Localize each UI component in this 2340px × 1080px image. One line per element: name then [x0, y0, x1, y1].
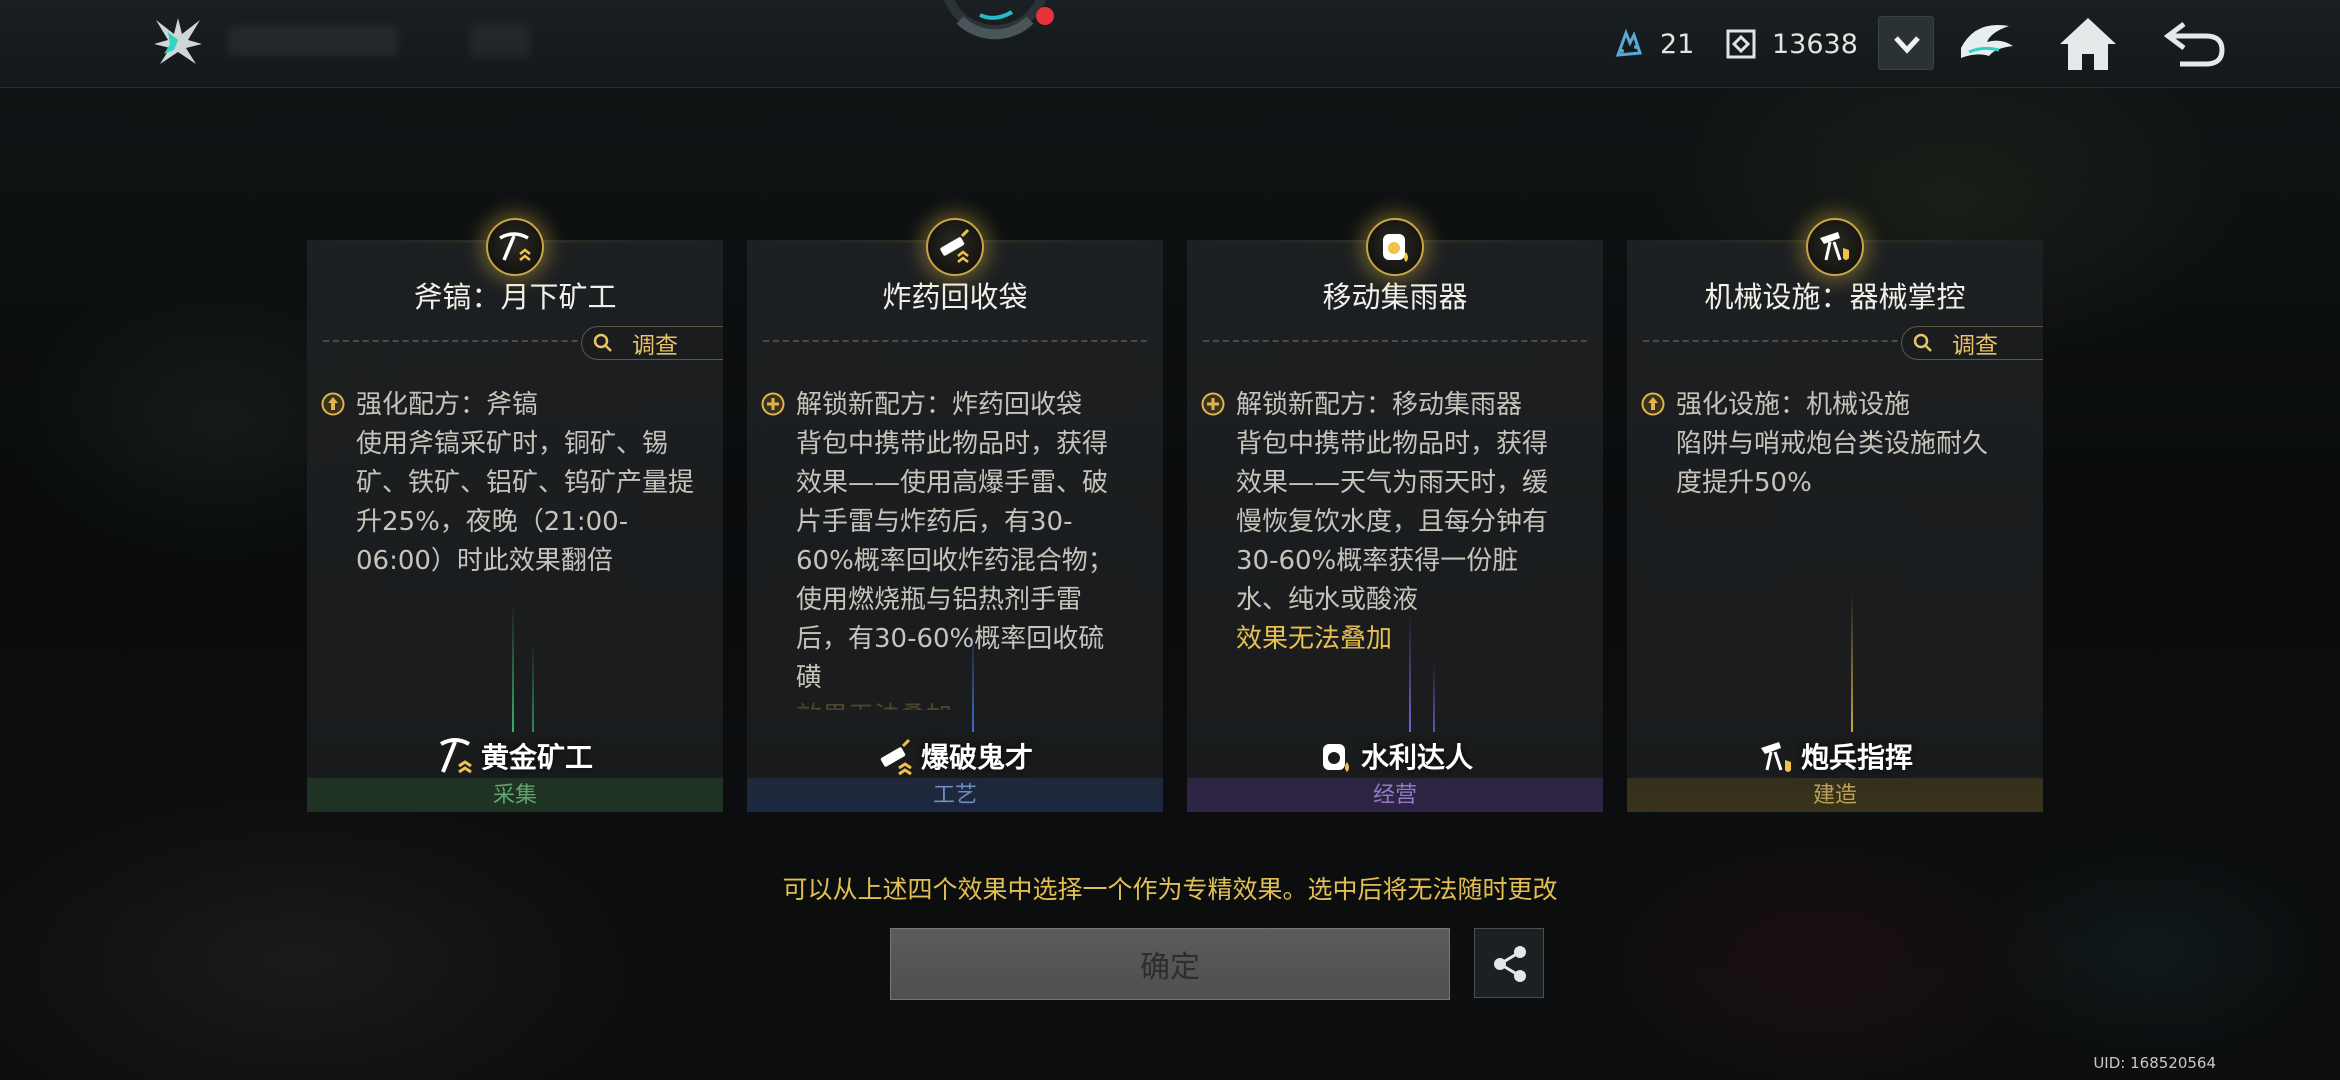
effect-line: 水、纯水或酸液 — [1236, 585, 1419, 615]
confirm-button[interactable]: 确定 — [890, 928, 1450, 1000]
effect-line: 矿、铁矿、铝矿、钨矿产量提 — [356, 468, 695, 498]
effect-line: 陷阱与哨戒炮台类设施耐久 — [1676, 429, 1989, 459]
effect-line: 使用斧镐采矿时，铜矿、锡 — [356, 429, 669, 459]
dashed-divider — [763, 340, 1147, 342]
blurred-badge — [470, 24, 530, 58]
effect-description: 强化设施：机械设施 陷阱与哨戒炮台类设施耐久 度提升50% — [1676, 386, 2028, 503]
effect-card-rain-collector[interactable]: 移动集雨器 解锁新配方：移动集雨器 背包中携带此物品时，获得 效果——天气为雨天… — [1187, 240, 1603, 812]
specialist-tag: 炮兵指挥 — [1627, 736, 2043, 776]
coin-resource: 13638 — [1724, 22, 1858, 66]
effect-description: 强化配方：斧镐 使用斧镐采矿时，铜矿、锡 矿、铁矿、铝矿、钨矿产量提 升25%，… — [356, 386, 708, 581]
effect-card-dynamite[interactable]: 炸药回收袋 解锁新配方：炸药回收袋 背包中携带此物品时，获得 效果——使用高爆手… — [747, 240, 1163, 812]
coin-icon — [1726, 29, 1756, 59]
specialist-name: 炮兵指挥 — [1800, 741, 1913, 774]
plus-circle-icon — [1201, 392, 1225, 416]
card-title: 斧镐：月下矿工 — [413, 280, 617, 314]
timer-gauge-icon — [943, 0, 1054, 40]
light-beam — [1409, 612, 1411, 732]
dynamite-icon — [880, 738, 912, 776]
top-bar: 21 13638 — [0, 0, 2340, 88]
pickaxe-icon — [499, 232, 531, 261]
medallion — [486, 218, 544, 276]
specialist-tag: 爆破鬼才 — [747, 736, 1163, 776]
effect-scroll-area[interactable]: 解锁新配方：炸药回收袋 背包中携带此物品时，获得 效果——使用高爆手雷、破 片手… — [747, 380, 1163, 710]
effect-line: 解锁新配方：移动集雨器 — [1236, 390, 1523, 420]
specialist-name: 爆破鬼才 — [920, 741, 1033, 774]
coin-count: 13638 — [1772, 28, 1858, 60]
effect-line: 片手雷与炸药后，有30- — [796, 507, 1073, 537]
category-label: 建造 — [1627, 778, 2043, 812]
effect-line: 解锁新配方：炸药回收袋 — [796, 390, 1083, 420]
dropdown-button[interactable] — [1878, 16, 1934, 70]
effect-line: 06:00）时此效果翻倍 — [356, 546, 613, 576]
lightning-star-logo-icon[interactable] — [150, 14, 206, 70]
user-id: UID: 168520564 — [2093, 1054, 2216, 1072]
specialist-tag: 水利达人 — [1187, 736, 1603, 776]
card-title: 机械设施：器械掌控 — [1704, 280, 1966, 314]
light-beam — [1851, 592, 1853, 732]
upgrade-arrow-icon — [321, 392, 345, 416]
share-icon — [1494, 946, 1526, 982]
medallion — [926, 218, 984, 276]
investigate-button[interactable]: 调查 — [581, 326, 723, 360]
search-icon — [593, 333, 612, 352]
category-label: 经营 — [1187, 778, 1603, 812]
chevron-down-icon — [1894, 36, 1920, 54]
effect-description: 解锁新配方：移动集雨器 背包中携带此物品时，获得 效果——天气为雨天时，缓 慢恢… — [1236, 386, 1588, 659]
home-icon[interactable] — [2056, 12, 2120, 74]
blurred-title — [228, 26, 398, 56]
specialist-name: 水利达人 — [1360, 741, 1473, 774]
medallion — [1806, 218, 1864, 276]
effect-line: 慢恢复饮水度，且每分钟有 — [1236, 507, 1549, 537]
effect-line: 30-60%概率获得一份脏 — [1236, 546, 1519, 576]
effect-line: 背包中携带此物品时，获得 — [1236, 429, 1549, 459]
ore-count: 21 — [1660, 28, 1695, 60]
effect-line: 效果——使用高爆手雷、破 — [796, 468, 1109, 498]
effect-line: 背包中携带此物品时，获得 — [796, 429, 1109, 459]
share-button[interactable] — [1474, 928, 1544, 998]
dynamite-icon — [940, 228, 970, 263]
effect-line: 强化配方：斧镐 — [356, 390, 539, 420]
light-beam — [1433, 662, 1435, 732]
card-title: 炸药回收袋 — [882, 280, 1028, 314]
effect-card-mining[interactable]: 斧镐：月下矿工 调查 强化配方：斧镐 使用斧镐采矿时，铜矿、锡 矿、铁矿、铝矿、… — [307, 240, 723, 812]
back-arrow-icon[interactable] — [2162, 12, 2226, 74]
dashed-divider — [1203, 340, 1587, 342]
effect-line: 60%概率回收炸药混合物； — [796, 546, 1114, 576]
effect-line: 升25%，夜晚（21:00- — [356, 507, 629, 537]
effect-line: 度提升50% — [1676, 468, 1812, 498]
turret-icon — [1820, 232, 1849, 261]
light-beam — [512, 602, 514, 732]
effect-line: 使用燃烧瓶与铝热剂手雷 — [796, 585, 1083, 615]
investigate-label: 调查 — [632, 333, 678, 359]
turret-icon — [1760, 742, 1791, 772]
medallion — [1366, 218, 1424, 276]
effect-line: 强化设施：机械设施 — [1676, 390, 1911, 420]
card-title: 移动集雨器 — [1322, 280, 1468, 314]
rain-collector-icon — [1322, 744, 1349, 772]
light-beam — [532, 642, 534, 732]
investigate-label: 调查 — [1952, 333, 1998, 359]
upgrade-arrow-icon — [1641, 392, 1665, 416]
effect-warning: 效果无法叠加 — [1236, 624, 1393, 654]
category-label: 工艺 — [747, 778, 1163, 812]
clan-emblem-icon[interactable] — [1955, 12, 2019, 74]
investigate-button[interactable]: 调查 — [1901, 326, 2043, 360]
ore-resource: 21 — [1612, 22, 1694, 66]
specialist-name: 黄金矿工 — [480, 741, 593, 774]
category-label: 采集 — [307, 778, 723, 812]
light-beam — [972, 622, 974, 732]
pickaxe-icon — [439, 738, 472, 774]
specialist-tag: 黄金矿工 — [307, 736, 723, 776]
effect-card-machinery[interactable]: 机械设施：器械掌控 调查 强化设施：机械设施 陷阱与哨戒炮台类设施耐久 度提升5… — [1627, 240, 2043, 812]
rain-collector-icon — [1383, 234, 1408, 262]
effect-line: 效果——天气为雨天时，缓 — [1236, 468, 1549, 498]
search-icon — [1913, 333, 1932, 352]
selection-hint: 可以从上述四个效果中选择一个作为专精效果。选中后将无法随时更改 — [782, 875, 1558, 904]
ore-crystal-icon — [1615, 28, 1643, 57]
